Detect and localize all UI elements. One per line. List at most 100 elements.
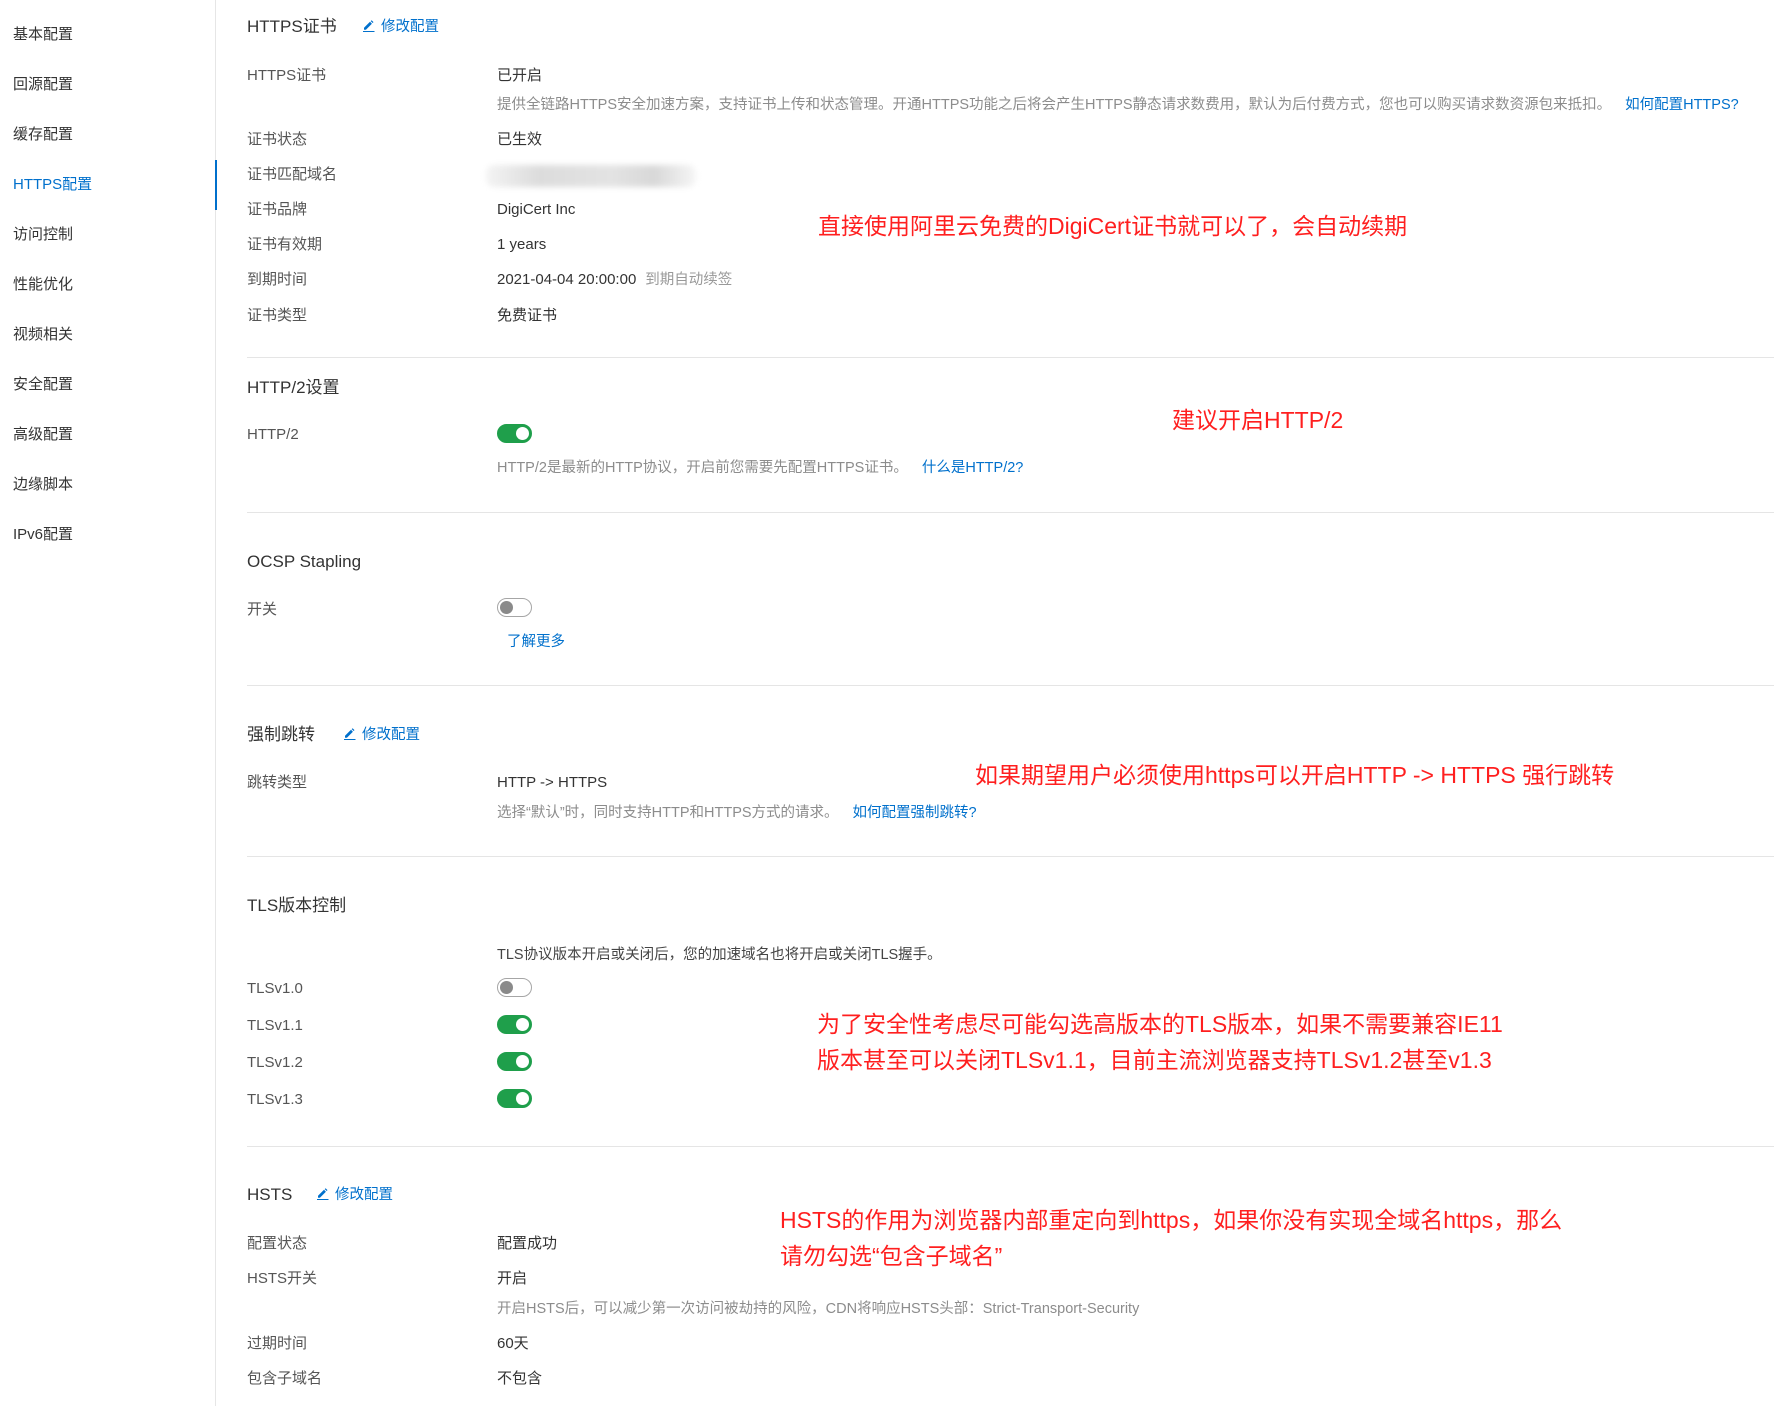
section-title-redirect: 强制跳转 [247, 725, 315, 744]
sidebar-item-access-control[interactable]: 访问控制 [0, 210, 216, 260]
ocsp-switch-label: 开关 [247, 601, 278, 618]
cert-expiry-label: 到期时间 [247, 271, 308, 288]
https-cert-description-row: 提供全链路HTTPS安全加速方案，支持证书上传和状态管理。开通HTTPS功能之后… [497, 95, 1739, 115]
pencil-edit-icon [316, 1186, 329, 1200]
switch-knob [516, 1055, 529, 1068]
section-title-ocsp: OCSP Stapling [247, 552, 362, 571]
cert-brand-value: DigiCert Inc [497, 201, 576, 218]
tls-v12-label: TLSv1.2 [247, 1054, 303, 1071]
edit-label: 修改配置 [381, 19, 439, 35]
hsts-description: 开启HSTS后，可以减少第一次访问被劫持的风险，CDN将响应HSTS头部：Str… [497, 1301, 1140, 1317]
redirect-type-value: HTTP -> HTTPS [497, 774, 608, 791]
tls-v13-label: TLSv1.3 [247, 1091, 303, 1108]
hsts-config-status-value: 配置成功 [497, 1235, 558, 1252]
edit-label: 修改配置 [362, 727, 420, 743]
annotation-line: 直接使用阿里云免费的DigiCert证书就可以了，会自动续期 [818, 213, 1408, 239]
switch-knob [516, 1092, 529, 1105]
annotation-line: 请勿勾选“包含子域名” [780, 1243, 1003, 1269]
switch-knob [500, 981, 513, 994]
hsts-max-age-value: 60天 [497, 1335, 529, 1352]
sidebar-item-basic-config[interactable]: 基本配置 [0, 10, 216, 60]
redirect-description: 选择“默认”时，同时支持HTTP和HTTPS方式的请求。 [497, 805, 839, 821]
tls-v11-switch[interactable] [497, 1015, 532, 1034]
pencil-edit-icon [343, 726, 356, 740]
http2-label: HTTP/2 [247, 426, 299, 443]
annotation-line: 如果期望用户必须使用https可以开启HTTP -> HTTPS 强行跳转 [975, 762, 1615, 788]
sidebar-item-security-config[interactable]: 安全配置 [0, 360, 216, 410]
section-divider [247, 1146, 1774, 1147]
sidebar-item-edge-script[interactable]: 边缘脚本 [0, 460, 216, 510]
edit-hsts-button[interactable]: 修改配置 [316, 1185, 393, 1205]
tls-v10-switch[interactable] [497, 978, 532, 997]
ocsp-switch[interactable] [497, 598, 532, 617]
hsts-include-subdomains-value: 不包含 [497, 1370, 543, 1387]
annotation-tls: 为了安全性考虑尽可能勾选高版本的TLS版本，如果不需要兼容IE11 版本甚至可以… [817, 1006, 1503, 1078]
section-title-hsts: HSTS [247, 1185, 293, 1204]
cert-type-value: 免费证书 [497, 307, 558, 324]
sidebar-item-advanced-config[interactable]: 高级配置 [0, 410, 216, 460]
cert-validity-value: 1 years [497, 236, 547, 253]
auto-renew-note: 到期自动续签 [645, 272, 733, 288]
tls-description: TLS协议版本开启或关闭后，您的加速域名也将开启或关闭TLS握手。 [497, 947, 942, 963]
edit-https-cert-button[interactable]: 修改配置 [362, 17, 439, 37]
hsts-include-subdomains-label: 包含子域名 [247, 1370, 323, 1387]
tls-v11-label: TLSv1.1 [247, 1017, 303, 1034]
http2-description: HTTP/2是最新的HTTP协议，开启前您需要先配置HTTPS证书。 [497, 460, 908, 476]
redirect-description-row: 选择“默认”时，同时支持HTTP和HTTPS方式的请求。 如何配置强制跳转? [497, 803, 977, 823]
hsts-switch-value: 开启 [497, 1270, 528, 1287]
cert-domain-label: 证书匹配域名 [247, 166, 338, 183]
sidebar-item-performance[interactable]: 性能优化 [0, 260, 216, 310]
hsts-switch-label: HSTS开关 [247, 1270, 318, 1287]
cert-type-label: 证书类型 [247, 307, 308, 324]
http2-description-row: HTTP/2是最新的HTTP协议，开启前您需要先配置HTTPS证书。 什么是HTT… [497, 458, 1023, 478]
hsts-config-status-label: 配置状态 [247, 1235, 308, 1252]
annotation-line: 为了安全性考虑尽可能勾选高版本的TLS版本，如果不需要兼容IE11 [817, 1011, 1503, 1037]
section-divider [247, 856, 1774, 857]
edit-label: 修改配置 [335, 1187, 393, 1203]
sidebar-item-cache-config[interactable]: 缓存配置 [0, 110, 216, 160]
how-to-configure-https-link[interactable]: 如何配置HTTPS? [1625, 97, 1739, 113]
tls-v12-switch[interactable] [497, 1052, 532, 1071]
sidebar-item-origin-config[interactable]: 回源配置 [0, 60, 216, 110]
sidebar-item-ipv6-config[interactable]: IPv6配置 [0, 510, 216, 560]
section-title-tls: TLS版本控制 [247, 896, 347, 915]
annotation-line: 建议开启HTTP/2 [1172, 407, 1344, 433]
hsts-max-age-label: 过期时间 [247, 1335, 308, 1352]
http2-switch[interactable] [497, 424, 532, 443]
switch-knob [516, 427, 529, 440]
cert-validity-label: 证书有效期 [247, 236, 323, 253]
annotation-https-cert: 直接使用阿里云免费的DigiCert证书就可以了，会自动续期 [818, 208, 1407, 244]
annotation-redirect: 如果期望用户必须使用https可以开启HTTP -> HTTPS 强行跳转 [975, 757, 1614, 793]
https-cert-label: HTTPS证书 [247, 67, 327, 84]
what-is-http2-link[interactable]: 什么是HTTP/2? [922, 460, 1024, 476]
cert-expiry-value: 2021-04-04 20:00:00 [497, 271, 637, 288]
section-title-http2: HTTP/2设置 [247, 378, 340, 397]
https-cert-value: 已开启 [497, 67, 543, 84]
ocsp-learn-more-link[interactable]: 了解更多 [507, 632, 565, 652]
annotation-line: 版本甚至可以关闭TLSv1.1，目前主流浏览器支持TLSv1.2甚至v1.3 [817, 1047, 1492, 1073]
tls-v10-label: TLSv1.0 [247, 980, 303, 997]
annotation-hsts: HSTS的作用为浏览器内部重定向到https，如果你没有实现全域名https，那… [780, 1202, 1562, 1274]
tls-v13-switch[interactable] [497, 1089, 532, 1108]
section-divider [247, 512, 1774, 513]
cert-status-label: 证书状态 [247, 131, 308, 148]
https-cert-description: 提供全链路HTTPS安全加速方案，支持证书上传和状态管理。开通HTTPS功能之后… [497, 97, 1612, 113]
annotation-line: HSTS的作用为浏览器内部重定向到https，如果你没有实现全域名https，那… [780, 1207, 1563, 1233]
sidebar-item-https-config[interactable]: HTTPS配置 [0, 160, 217, 210]
cert-expiry-row: 2021-04-04 20:00:00 到期自动续签 [497, 270, 732, 290]
section-divider [247, 357, 1774, 358]
cert-status-value: 已生效 [497, 131, 543, 148]
sidebar-nav: 基本配置 回源配置 缓存配置 HTTPS配置 访问控制 性能优化 视频相关 安全… [0, 0, 217, 1406]
cert-domain-value-redacted [486, 165, 696, 187]
how-to-configure-redirect-link[interactable]: 如何配置强制跳转? [853, 805, 977, 821]
cert-brand-label: 证书品牌 [247, 201, 308, 218]
switch-knob [500, 601, 513, 614]
section-divider [247, 685, 1774, 686]
redirect-type-label: 跳转类型 [247, 774, 308, 791]
sidebar-item-video[interactable]: 视频相关 [0, 310, 216, 360]
pencil-edit-icon [362, 18, 375, 32]
cdn-https-config-page: 基本配置 回源配置 缓存配置 HTTPS配置 访问控制 性能优化 视频相关 安全… [0, 0, 1774, 1406]
edit-redirect-button[interactable]: 修改配置 [343, 725, 420, 745]
switch-knob [516, 1018, 529, 1031]
annotation-http2: 建议开启HTTP/2 [1172, 402, 1343, 438]
